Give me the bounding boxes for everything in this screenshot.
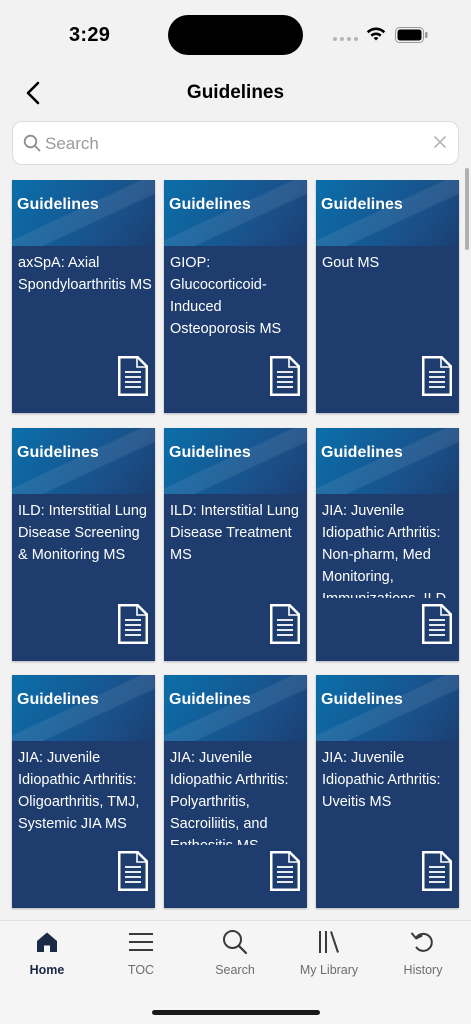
- card-header: Guidelines: [12, 180, 155, 246]
- guideline-card[interactable]: Guidelines ILD: Interstitial Lung Diseas…: [164, 428, 307, 661]
- search-icon: [23, 134, 41, 152]
- document-icon: [270, 356, 300, 396]
- document-icon: [118, 851, 148, 891]
- card-header-label: Guidelines: [169, 444, 251, 461]
- tab-label: Home: [29, 963, 65, 977]
- card-header-label: Guidelines: [321, 444, 403, 461]
- document-icon: [270, 604, 300, 644]
- guideline-card[interactable]: Guidelines JIA: Juvenile Idiopathic Arth…: [12, 675, 155, 908]
- card-header: Guidelines: [12, 428, 155, 494]
- document-icon: [422, 604, 452, 644]
- guidelines-grid: Guidelines axSpA: Axial Spondyloarthriti…: [0, 180, 471, 920]
- tab-search[interactable]: Search: [188, 927, 282, 981]
- battery-icon: [395, 27, 428, 43]
- page-title: Guidelines: [186, 82, 285, 103]
- scroll-indicator[interactable]: [465, 168, 469, 250]
- dynamic-island: [168, 15, 303, 55]
- card-header: Guidelines: [164, 675, 307, 741]
- tab-bar: Home TOC Search My Library History: [0, 920, 471, 1024]
- card-header-label: Guidelines: [169, 691, 251, 708]
- tab-my-library[interactable]: My Library: [282, 927, 376, 981]
- search-input[interactable]: [45, 130, 425, 158]
- card-header-label: Guidelines: [17, 691, 99, 708]
- document-icon: [118, 356, 148, 396]
- tab-history[interactable]: History: [376, 927, 470, 981]
- card-header: Guidelines: [316, 180, 459, 246]
- tab-label: History: [403, 963, 443, 977]
- card-header-label: Guidelines: [17, 196, 99, 213]
- card-header: Guidelines: [164, 180, 307, 246]
- tab-label: My Library: [299, 963, 359, 977]
- document-icon: [422, 356, 452, 396]
- tab-label: TOC: [127, 963, 155, 977]
- tab-label: Search: [215, 963, 255, 977]
- search-bar[interactable]: [12, 121, 459, 165]
- search-icon: [223, 930, 248, 955]
- document-icon: [118, 604, 148, 644]
- card-header: Guidelines: [164, 428, 307, 494]
- clear-search-icon[interactable]: [434, 136, 446, 148]
- status-time: 3:29: [69, 24, 111, 46]
- tab-toc[interactable]: TOC: [94, 927, 188, 981]
- history-icon: [411, 932, 433, 952]
- home-icon: [37, 932, 57, 952]
- guideline-card[interactable]: Guidelines ILD: Interstitial Lung Diseas…: [12, 428, 155, 661]
- navigation-header: Guidelines: [0, 70, 471, 116]
- guideline-card[interactable]: Guidelines JIA: Juvenile Idiopathic Arth…: [316, 675, 459, 908]
- card-header: Guidelines: [316, 428, 459, 494]
- list-icon: [129, 933, 153, 951]
- guideline-card[interactable]: Guidelines JIA: Juvenile Idiopathic Arth…: [316, 428, 459, 661]
- status-bar: 3:29: [0, 0, 471, 70]
- guideline-card[interactable]: Guidelines GIOP: Glucocorticoid-Induced …: [164, 180, 307, 413]
- card-title: JIA: Juvenile Idiopathic Arthritis: Poly…: [170, 750, 289, 845]
- card-header-label: Guidelines: [169, 196, 251, 213]
- card-title: JIA: Juvenile Idiopathic Arthritis: Non-…: [322, 503, 446, 598]
- card-header: Guidelines: [12, 675, 155, 741]
- guideline-card[interactable]: Guidelines Gout MS: [316, 180, 459, 413]
- card-header: Guidelines: [316, 675, 459, 741]
- tab-home[interactable]: Home: [0, 927, 94, 981]
- guideline-card[interactable]: Guidelines JIA: Juvenile Idiopathic Arth…: [164, 675, 307, 908]
- library-icon: [319, 931, 339, 953]
- guideline-card[interactable]: Guidelines axSpA: Axial Spondyloarthriti…: [12, 180, 155, 413]
- home-indicator[interactable]: [152, 1010, 320, 1015]
- cellular-signal-icon: [333, 37, 358, 41]
- card-header-label: Guidelines: [17, 444, 99, 461]
- document-icon: [422, 851, 452, 891]
- card-header-label: Guidelines: [321, 196, 403, 213]
- wifi-icon: [366, 27, 386, 41]
- card-header-label: Guidelines: [321, 691, 403, 708]
- document-icon: [270, 851, 300, 891]
